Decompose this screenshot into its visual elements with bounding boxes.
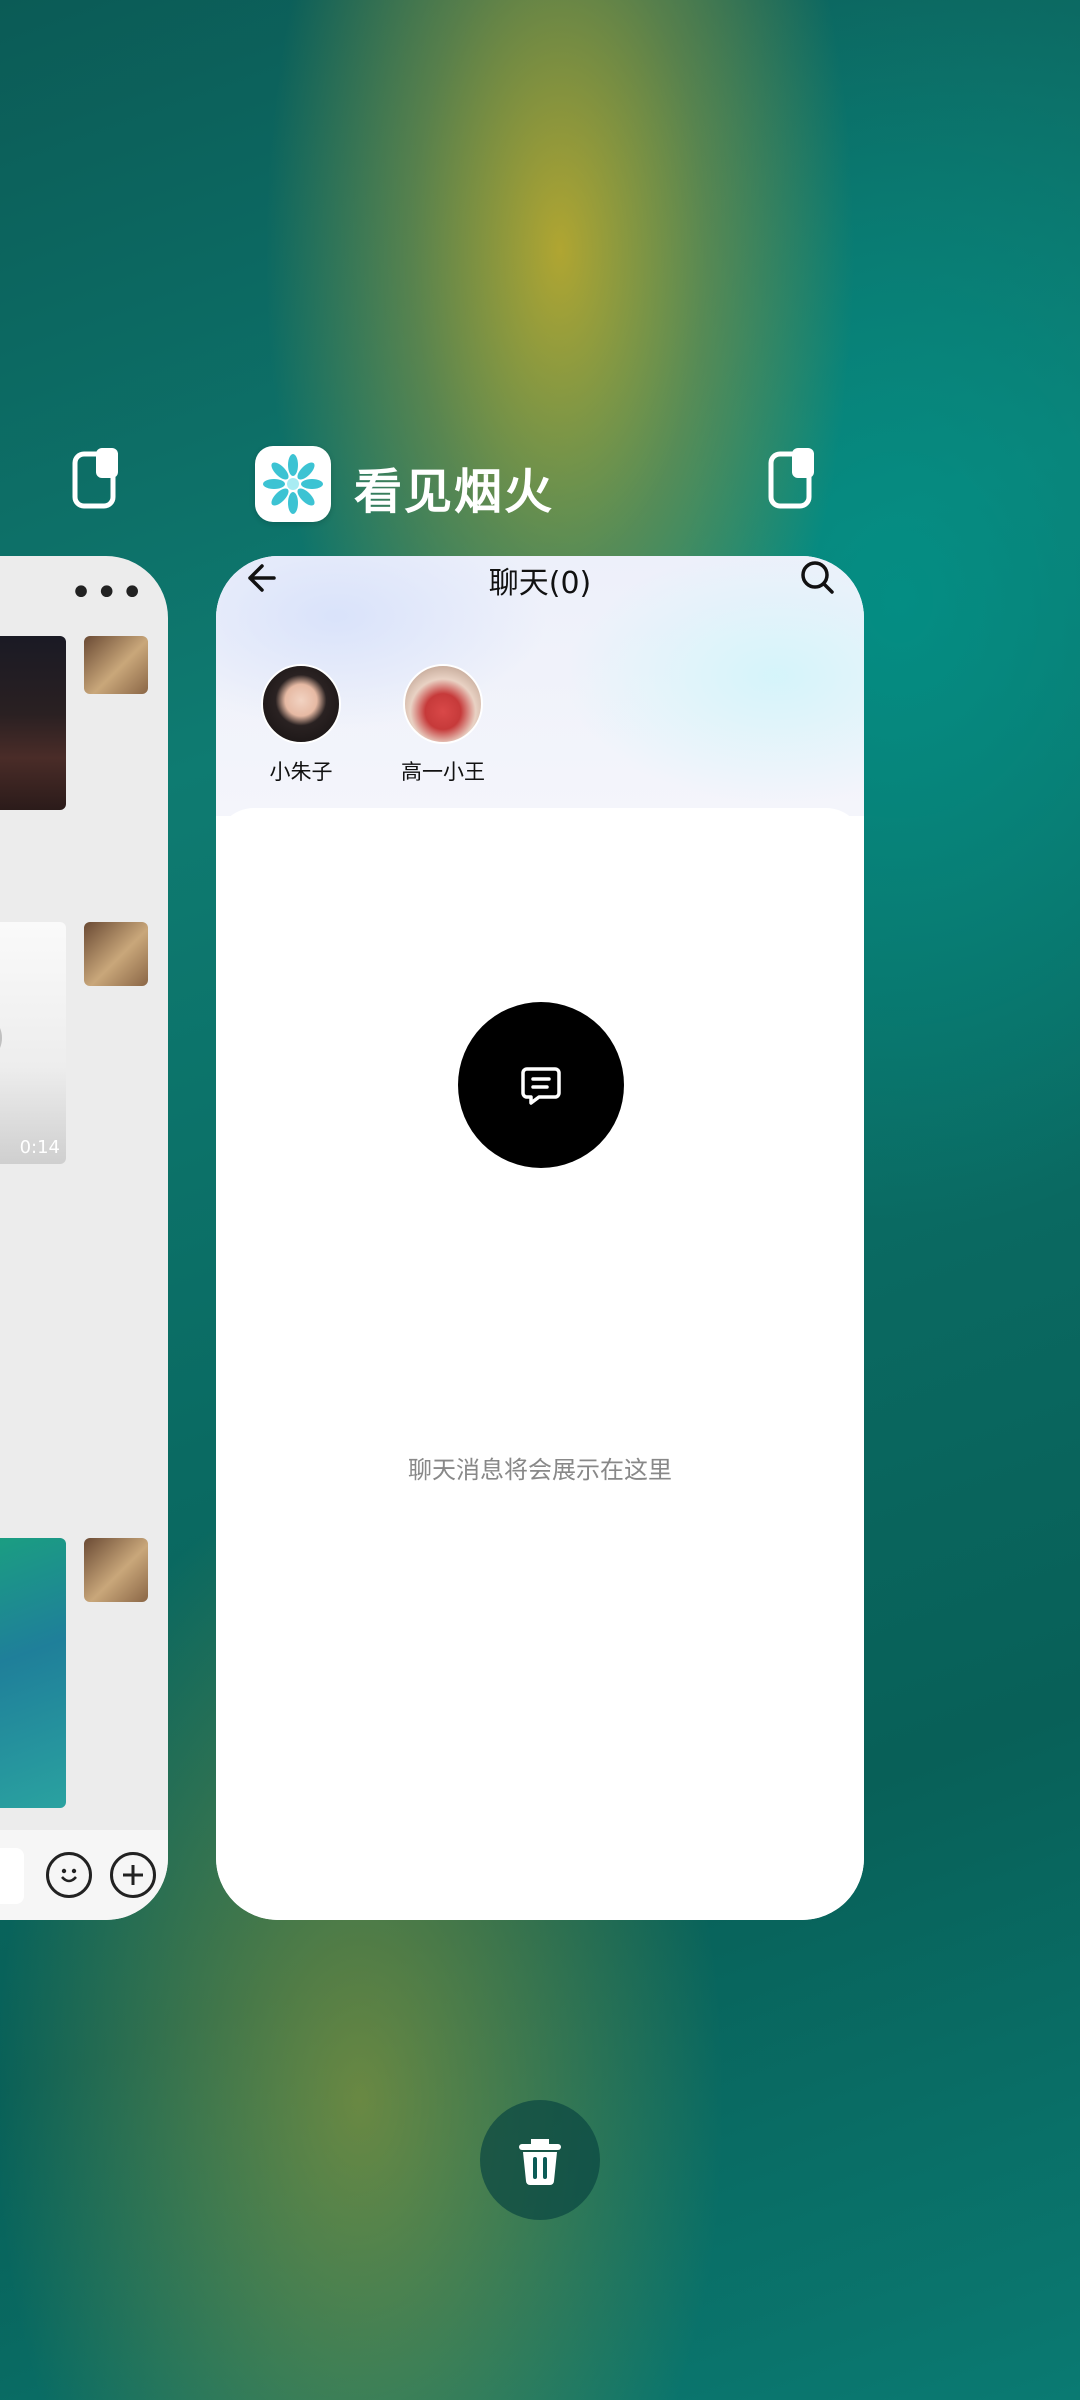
- trash-icon[interactable]: [480, 2100, 600, 2220]
- contact-item[interactable]: 小朱子: [246, 664, 356, 786]
- chat-header-area: 聊天(0) 小朱子 高一小王: [216, 556, 864, 816]
- photo-thumbnail[interactable]: [84, 922, 148, 986]
- contact-name: 高一小王: [401, 760, 485, 784]
- input-bar: [0, 1830, 168, 1920]
- emoji-icon[interactable]: [46, 1852, 92, 1898]
- search-icon[interactable]: [798, 558, 836, 600]
- contact-name: 小朱子: [269, 760, 333, 784]
- photo-thumbnail[interactable]: [0, 636, 66, 810]
- window-pin-icon[interactable]: [768, 446, 826, 510]
- chat-app-card[interactable]: 聊天(0) 小朱子 高一小王 聊天消息将会展示在这里: [216, 556, 864, 1920]
- avatar[interactable]: [403, 664, 483, 744]
- app-title: 看见烟火: [354, 464, 555, 520]
- play-icon[interactable]: [0, 1012, 2, 1064]
- page-title: 聊天(0): [488, 566, 592, 601]
- screenshot-thumbnail[interactable]: [0, 1538, 66, 1808]
- contact-item[interactable]: 高一小王: [388, 664, 498, 786]
- video-thumbnail[interactable]: 0:14: [0, 922, 66, 1164]
- empty-state-text: 聊天消息将会展示在这里: [408, 1456, 672, 1484]
- avatar[interactable]: [261, 664, 341, 744]
- photo-thumbnail[interactable]: [84, 636, 148, 694]
- chat-bubble-icon: [458, 1002, 624, 1168]
- window-pin-icon[interactable]: [72, 446, 130, 510]
- message-input[interactable]: [0, 1848, 24, 1904]
- nav-bar: 聊天(0): [216, 556, 864, 601]
- video-duration: 0:14: [19, 1137, 60, 1158]
- snowflake-app-icon[interactable]: [255, 446, 331, 522]
- more-dots-icon[interactable]: •••: [69, 570, 146, 616]
- plus-circle-icon[interactable]: [110, 1852, 156, 1898]
- chat-list-area: 聊天消息将会展示在这里: [216, 808, 864, 1920]
- photo-thumbnail[interactable]: [84, 1538, 148, 1602]
- previous-app-card[interactable]: ••• 0:14: [0, 556, 168, 1920]
